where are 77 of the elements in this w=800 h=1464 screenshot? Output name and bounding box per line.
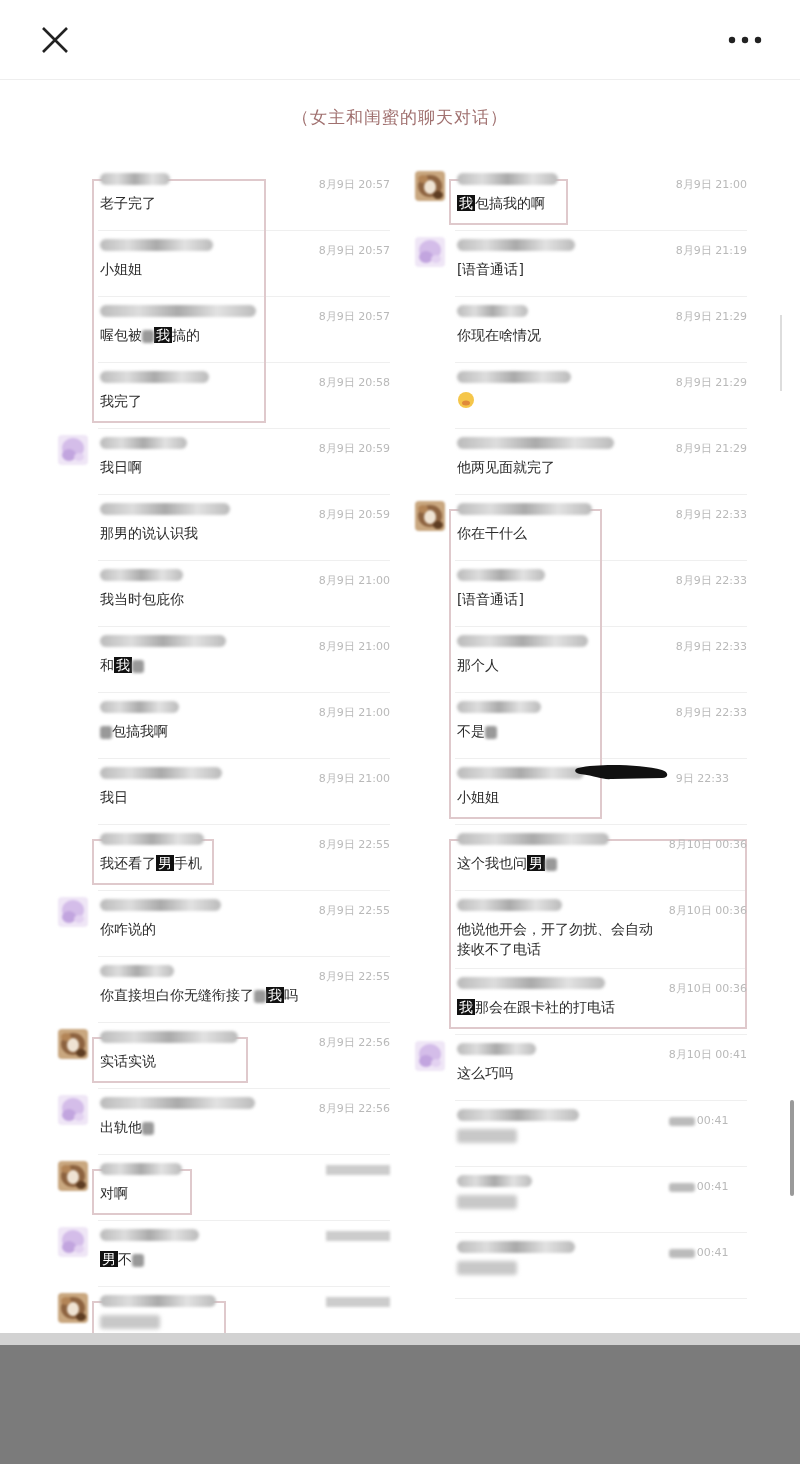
message-time: 8月9日 22:33 <box>675 640 747 653</box>
message-time: 8月9日 21:29 <box>675 376 747 389</box>
caption: （女主和闺蜜的聊天对话） <box>292 106 508 129</box>
message-text: 小姐姐 <box>457 788 500 807</box>
message-text: 你在干什么 <box>457 524 528 543</box>
message-time: 8月9日 21:19 <box>675 244 747 257</box>
blurred-text <box>457 1129 517 1143</box>
message-text: 包搞我啊 <box>100 721 230 741</box>
more-icon[interactable] <box>728 35 762 44</box>
message-time: 8月9日 20:57 <box>318 178 390 191</box>
blurred-name <box>457 305 528 317</box>
blurred-text <box>457 1261 517 1275</box>
message-text: 他说他开会，开了勿扰、会自动接收不了电话 <box>457 920 654 959</box>
message-text: 你咋说的 <box>100 920 157 939</box>
message-time: 8月9日 22:56 <box>318 1036 390 1049</box>
message-time: 8月9日 20:57 <box>318 310 390 323</box>
message-time: 8月9日 21:29 <box>675 310 747 323</box>
message-time: 8月10日 00:36 <box>668 904 747 917</box>
message-time: 8月9日 20:59 <box>318 508 390 521</box>
message-text: 我包搞我的啊 <box>457 194 546 213</box>
message-text: 这个我也问 男 <box>457 853 659 873</box>
message-text: 我完了 <box>100 392 143 411</box>
blurred-name <box>100 173 170 185</box>
message-text: [语音通话] <box>457 590 525 609</box>
message-time: 8月9日 22:33 <box>675 574 747 587</box>
blurred-text <box>100 1315 160 1329</box>
blurred-time <box>326 1231 390 1241</box>
message-time: 8月9日 21:00 <box>318 706 390 719</box>
message-text: 那个人 <box>457 656 500 675</box>
message-time: 9日 22:33 <box>675 772 729 785</box>
scrollbar[interactable] <box>780 315 782 391</box>
blurred-time <box>326 1297 390 1307</box>
message-text: [语音通话] <box>457 260 525 279</box>
message-text: 这么巧吗 <box>457 1064 514 1083</box>
emoji-icon <box>457 391 475 409</box>
message-time: 8月9日 22:55 <box>318 904 390 917</box>
message-text: 不是 <box>457 721 592 741</box>
message-text: 男 不 <box>100 1249 199 1269</box>
message-time: 8月9日 21:29 <box>675 442 747 455</box>
message-time: 8月9日 22:56 <box>318 1102 390 1115</box>
message-text: 他两见面就完了 <box>457 458 556 477</box>
message-time: 8月9日 21:00 <box>318 640 390 653</box>
message-text: 出轨他 <box>100 1117 255 1137</box>
message-time: 8月10日 00:41 <box>668 1048 747 1061</box>
message-time: 8月9日 21:00 <box>318 772 390 785</box>
message-text: 那男的说认识我 <box>100 524 199 543</box>
message-text: 老子完了 <box>100 194 157 213</box>
message-text: 我那会在跟卡社的打电话 <box>457 998 616 1017</box>
close-icon[interactable] <box>40 24 70 55</box>
message-time: 8月10日 00:36 <box>668 838 747 851</box>
message-text: 小姐姐 <box>100 260 143 279</box>
message-text: 对啊 <box>100 1184 129 1203</box>
message-time: 8月9日 20:59 <box>318 442 390 455</box>
message-time: 8月9日 21:00 <box>675 178 747 191</box>
message-time: 8月9日 20:58 <box>318 376 390 389</box>
message-text: 实话实说 <box>100 1052 157 1071</box>
message-time: 00:41 <box>668 1114 729 1127</box>
message-text: 我还看了 男 手机 <box>100 854 203 873</box>
message-time: 00:41 <box>668 1180 729 1193</box>
message-time: 8月9日 22:33 <box>675 508 747 521</box>
message-time: 8月9日 22:55 <box>318 970 390 983</box>
scrollbar[interactable] <box>790 1100 794 1196</box>
message-time: 8月10日 00:36 <box>668 982 747 995</box>
message-time: 8月9日 21:00 <box>318 574 390 587</box>
message-text: 你现在啥情况 <box>457 326 542 345</box>
message-text: 和 我 <box>100 655 230 675</box>
message-time: 8月9日 20:57 <box>318 244 390 257</box>
message-text: 我当时包庇你 <box>100 590 185 609</box>
message-text: 你直接坦白你无缝衔接了 我吗 <box>100 986 298 1005</box>
message-text: 喔包被 我搞的 <box>100 326 201 345</box>
message-text: 我日 <box>100 788 129 807</box>
message-time: 8月9日 22:55 <box>318 838 390 851</box>
blurred-text <box>457 1195 517 1209</box>
message-text: 我日啊 <box>100 458 143 477</box>
blurred-time <box>326 1165 390 1175</box>
message-time: 8月9日 22:33 <box>675 706 747 719</box>
message-time: 00:41 <box>668 1246 729 1259</box>
